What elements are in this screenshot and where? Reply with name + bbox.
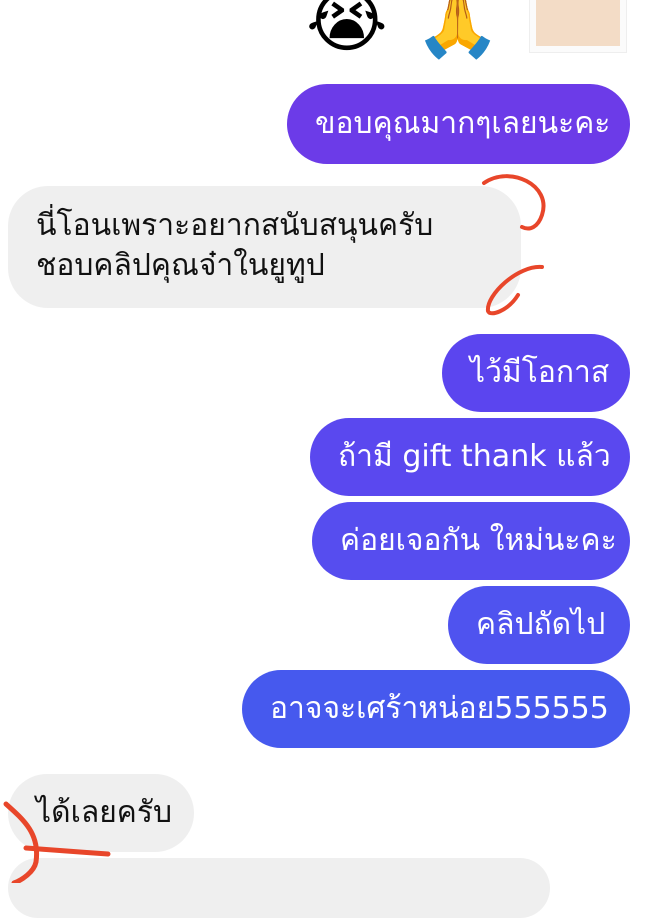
- message-text: นี่โอนเพราะอยากสนับสนุนครับ ชอบคลิปคุณจ๋…: [36, 208, 434, 283]
- message-bubble-outgoing[interactable]: ค่อยเจอกัน ใหม่นะคะ: [312, 502, 630, 580]
- message-bubble-incoming-partial[interactable]: [8, 858, 550, 918]
- message-text: อาจจะเศร้าหน่อย555555: [270, 691, 609, 726]
- message-bubble-incoming[interactable]: นี่โอนเพราะอยากสนับสนุนครับ ชอบคลิปคุณจ๋…: [8, 186, 521, 308]
- message-bubble-outgoing[interactable]: ขอบคุณมากๆเลยนะคะ: [287, 84, 630, 164]
- message-bubble-outgoing[interactable]: ถ้ามี gift thank แล้ว: [310, 418, 630, 496]
- message-text: ขอบคุณมากๆเลยนะคะ: [315, 106, 611, 141]
- chat-thread: 😭 🙏 ขอบคุณมากๆเลยนะคะ นี่โอนเพราะอยากสนั…: [0, 0, 645, 918]
- folded-hands-emoji[interactable]: 🙏: [414, 0, 501, 56]
- message-text: ได้เลยครับ: [36, 795, 173, 830]
- sticker-thumbnail[interactable]: [529, 0, 627, 53]
- message-bubble-incoming[interactable]: ได้เลยครับ: [8, 774, 194, 852]
- crying-face-emoji[interactable]: 😭: [306, 0, 388, 56]
- message-bubble-outgoing[interactable]: ไว้มีโอกาส: [442, 334, 630, 412]
- message-bubble-outgoing[interactable]: อาจจะเศร้าหน่อย555555: [242, 670, 630, 748]
- message-bubble-outgoing[interactable]: คลิปถัดไป: [448, 586, 630, 664]
- message-text: คลิปถัดไป: [476, 607, 606, 642]
- message-text: ไว้มีโอกาส: [470, 355, 610, 390]
- message-text: ถ้ามี gift thank แล้ว: [338, 439, 611, 474]
- message-text: ค่อยเจอกัน ใหม่นะคะ: [340, 523, 617, 558]
